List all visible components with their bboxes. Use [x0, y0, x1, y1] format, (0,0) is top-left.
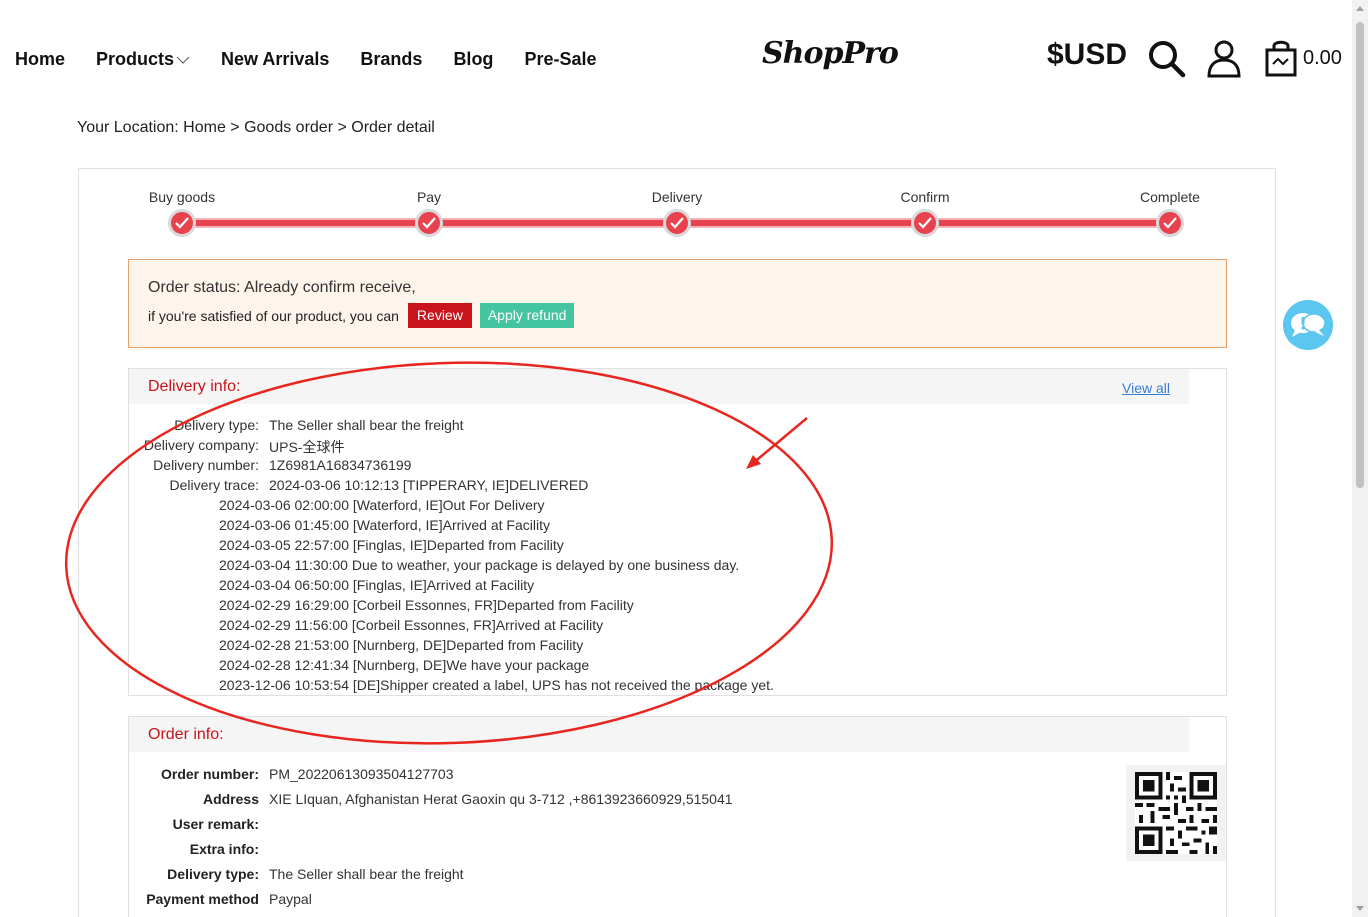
row-key: Delivery trace:	[169, 477, 259, 493]
nav-pre-sale-label: Pre-Sale	[524, 49, 597, 69]
step-label: Buy goods	[148, 189, 216, 205]
scroll-down-arrow-icon[interactable]	[1356, 906, 1364, 911]
cart-amount[interactable]: 0.00	[1303, 47, 1342, 70]
trace-entry: 2024-03-04 06:50:00 [Finglas, IE]Arrived…	[219, 577, 535, 593]
view-all-link[interactable]: View all	[1122, 380, 1170, 396]
nav-pre-sale[interactable]: Pre-Sale	[524, 49, 596, 70]
breadcrumb-prefix: Your Location:	[77, 119, 184, 136]
progress-step-complete: Complete	[1110, 189, 1230, 237]
progress-step-delivery: Delivery	[617, 189, 737, 237]
nav-new-arrivals[interactable]: New Arrivals	[221, 49, 329, 70]
order-detail-panel: Buy goods Pay Delivery Confirm Complete	[78, 168, 1276, 917]
row-key: Extra info:	[189, 841, 259, 857]
nav-blog[interactable]: Blog	[453, 49, 493, 70]
trace-entry: 2024-03-06 01:45:00 [Waterford, IE]Arriv…	[219, 517, 550, 533]
breadcrumb-order-detail: Order detail	[351, 119, 435, 136]
step-label: Complete	[1140, 189, 1200, 205]
step-label: Pay	[416, 189, 442, 205]
nav-brands[interactable]: Brands	[360, 49, 422, 70]
row-key: User remark:	[172, 816, 259, 832]
nav-products[interactable]: Products	[96, 49, 190, 70]
order-progress: Buy goods Pay Delivery Confirm Complete	[79, 169, 1275, 249]
nav-home-label: Home	[15, 49, 66, 69]
breadcrumb-home[interactable]: Home	[183, 119, 226, 137]
site-logo[interactable]: ShopPro	[762, 36, 899, 71]
breadcrumb-separator: >	[225, 119, 245, 136]
delivery-info-header: Delivery info: View all	[129, 369, 1189, 404]
progress-step-pay: Pay	[369, 189, 489, 237]
qr-code	[1126, 765, 1226, 861]
row-key: Address	[202, 791, 259, 807]
row-key: Payment method	[146, 891, 259, 907]
check-icon	[911, 209, 939, 237]
row-key: Delivery number:	[153, 457, 259, 473]
search-icon[interactable]	[1146, 38, 1186, 78]
chat-bubble-icon	[1291, 313, 1326, 337]
nav-home[interactable]: Home	[15, 49, 65, 70]
trace-entry: 2024-02-28 21:53:00 [Nurnberg, DE]Depart…	[219, 637, 584, 653]
delivery-info-section: Delivery info: View all Delivery type: T…	[128, 368, 1227, 696]
breadcrumb-goods-order[interactable]: Goods order	[244, 119, 333, 137]
order-status-title: Order status: Already confirm receive,	[148, 279, 416, 296]
scroll-thumb[interactable]	[1356, 22, 1364, 488]
row-key: Delivery type:	[174, 417, 259, 433]
scroll-up-arrow-icon[interactable]	[1356, 6, 1364, 11]
step-label: Delivery	[651, 189, 703, 205]
row-value: The Seller shall bear the freight	[269, 417, 464, 433]
trace-entry: 2024-02-29 11:56:00 [Corbeil Essonnes, F…	[219, 617, 604, 633]
row-key: Delivery type:	[167, 866, 259, 882]
chat-widget[interactable]	[1283, 300, 1333, 350]
row-value: The Seller shall bear the freight	[269, 866, 464, 882]
row-key: Order number:	[160, 766, 259, 782]
nav-brands-label: Brands	[360, 49, 423, 69]
nav-blog-label: Blog	[453, 49, 494, 69]
user-icon[interactable]	[1204, 38, 1244, 78]
nav-new-arrivals-label: New Arrivals	[221, 49, 330, 69]
check-icon	[168, 209, 196, 237]
step-label: Confirm	[900, 189, 950, 205]
order-status-box: Order status: Already confirm receive, i…	[128, 259, 1227, 348]
progress-step-buy-goods: Buy goods	[122, 189, 242, 237]
check-icon	[663, 209, 691, 237]
cart-icon[interactable]	[1261, 38, 1301, 78]
currency-selector[interactable]: $USD	[1047, 38, 1127, 72]
trace-entry: 2024-03-04 11:30:00 Due to weather, your…	[219, 557, 740, 573]
trace-entry: 2023-12-06 10:53:54 [DE]Shipper created …	[219, 677, 774, 693]
trace-entry: 2024-02-28 12:41:34 [Nurnberg, DE]We hav…	[219, 657, 590, 673]
row-key: Delivery company:	[143, 437, 259, 453]
trace-entry: 2024-02-29 16:29:00 [Corbeil Essonnes, F…	[219, 597, 634, 613]
site-header: Home Products New Arrivals Brands Blog P…	[0, 0, 1352, 110]
chevron-down-icon	[176, 56, 190, 64]
order-info-header: Order info:	[129, 717, 1189, 752]
nav-products-label: Products	[96, 49, 175, 69]
row-value: UPS-全球件	[269, 439, 345, 455]
trace-entry: 2024-03-06 02:00:00 [Waterford, IE]Out F…	[219, 497, 545, 513]
progress-step-confirm: Confirm	[865, 189, 985, 237]
delivery-info-title: Delivery info:	[148, 378, 241, 395]
main-nav: Home Products New Arrivals Brands Blog P…	[15, 49, 627, 70]
row-value: 2024-03-06 10:12:13 [TIPPERARY, IE]DELIV…	[269, 477, 589, 493]
order-info-title: Order info:	[148, 726, 224, 743]
row-value: 1Z6981A16834736199	[269, 457, 412, 473]
row-value: XIE LIquan, Afghanistan Herat Gaoxin qu …	[269, 791, 733, 807]
breadcrumb-separator: >	[333, 119, 352, 136]
order-status-actions: if you're satisfied of our product, you …	[148, 303, 575, 328]
qr-code-icon	[1135, 772, 1217, 854]
row-value: PM_20220613093504127703	[269, 766, 454, 782]
apply-refund-button[interactable]: Apply refund	[479, 303, 575, 328]
order-status-prompt: if you're satisfied of our product, you …	[148, 307, 399, 324]
page-scrollbar[interactable]	[1352, 0, 1368, 917]
breadcrumb: Your Location: Home > Goods order > Orde…	[77, 119, 435, 137]
check-icon	[1156, 209, 1184, 237]
row-value: Paypal	[269, 891, 312, 907]
order-info-section: Order info: Order number: PM_20220613093…	[128, 716, 1227, 917]
check-icon	[415, 209, 443, 237]
trace-entry: 2024-03-05 22:57:00 [Finglas, IE]Departe…	[219, 537, 564, 553]
review-button[interactable]: Review	[407, 303, 472, 328]
